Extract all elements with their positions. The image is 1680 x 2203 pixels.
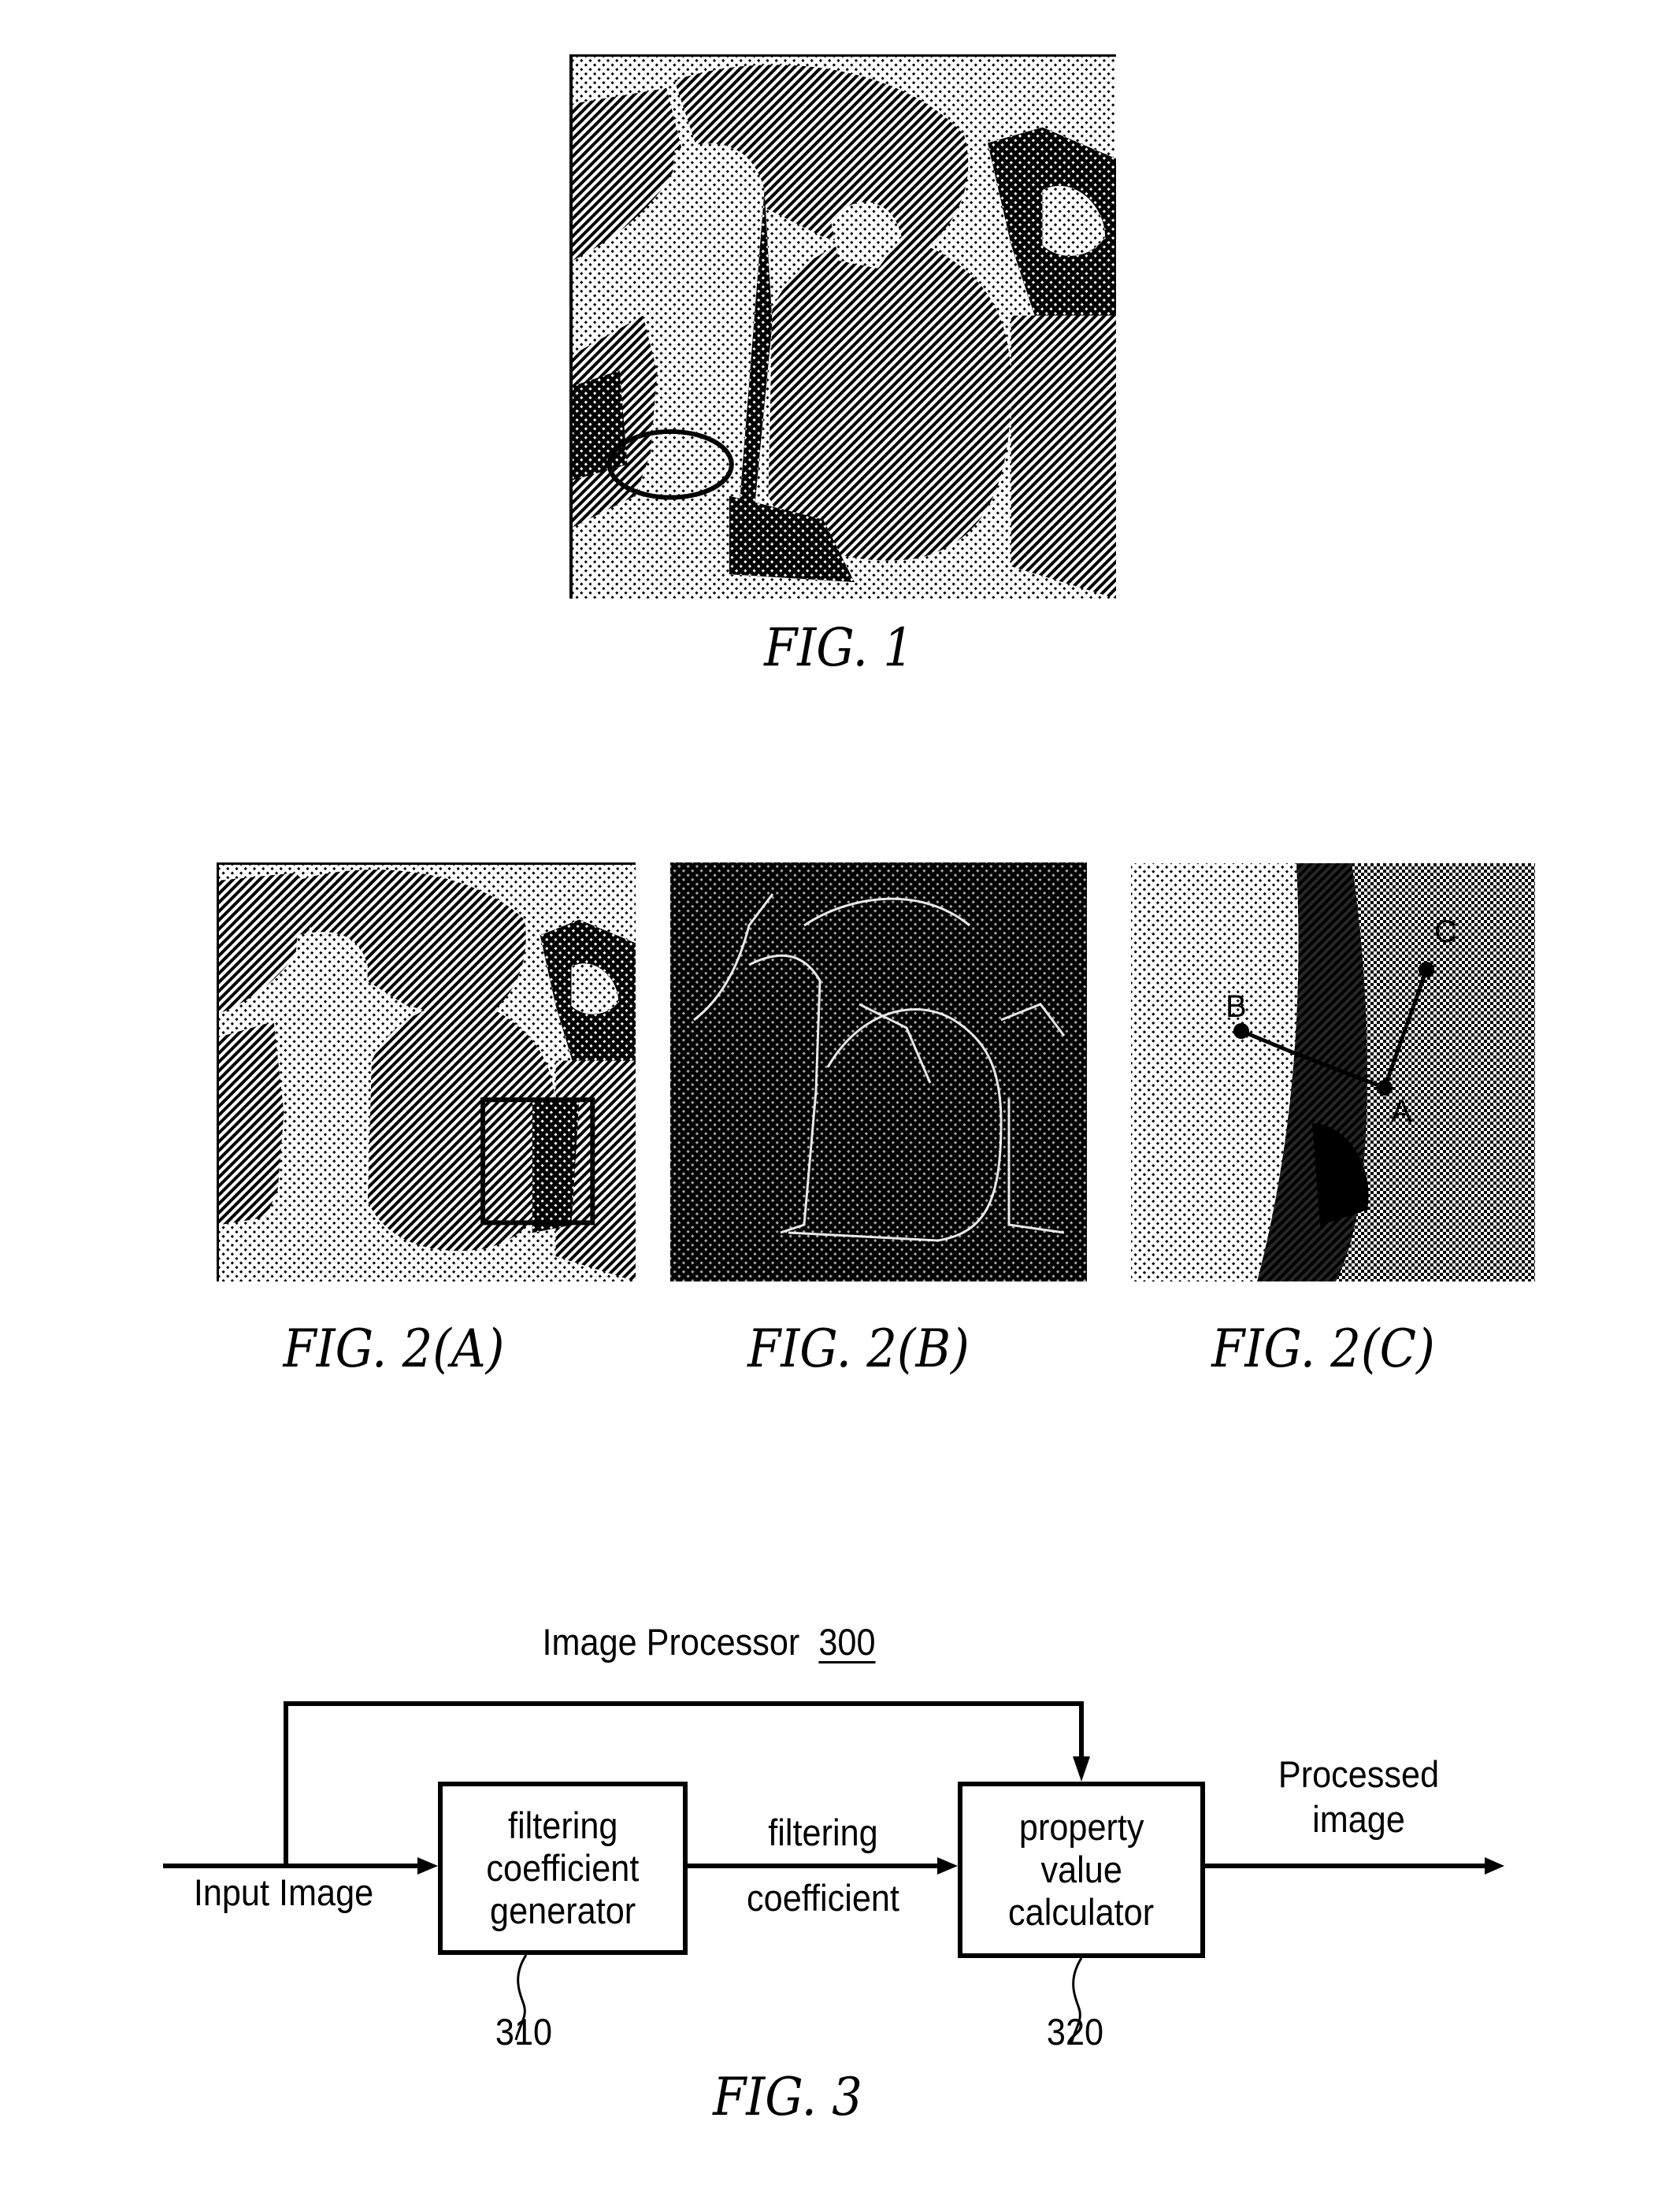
block-filtering-coefficient-generator: filtering coefficient generator [438,1782,688,1955]
ref-320: 320 [1046,2011,1104,2053]
arrowhead-bypass [1073,1756,1090,1782]
arrowhead-coefficient [937,1857,958,1875]
fig3-caption: FIG. 3 [713,2067,862,2127]
output-label-line2: image [1312,1798,1405,1840]
block2-line1: property [1018,1806,1144,1848]
block2-line2: value [1040,1849,1122,1890]
block-property-value-calculator: property value calculator [958,1782,1205,1958]
block1-line1: filtering [507,1804,618,1846]
input-image-label: Input Image [193,1871,374,1913]
arrowhead-output [1485,1857,1504,1875]
edge-label-line2: coefficient [747,1877,899,1919]
block1-line2: coefficient [486,1847,640,1889]
block1-line3: generator [489,1890,636,1931]
arrowhead-input [417,1857,438,1875]
output-label-line1: Processed [1278,1753,1440,1795]
ref-310: 310 [495,2011,553,2053]
edge-label-line1: filtering [768,1812,878,1853]
block2-line3: calculator [1008,1891,1155,1933]
